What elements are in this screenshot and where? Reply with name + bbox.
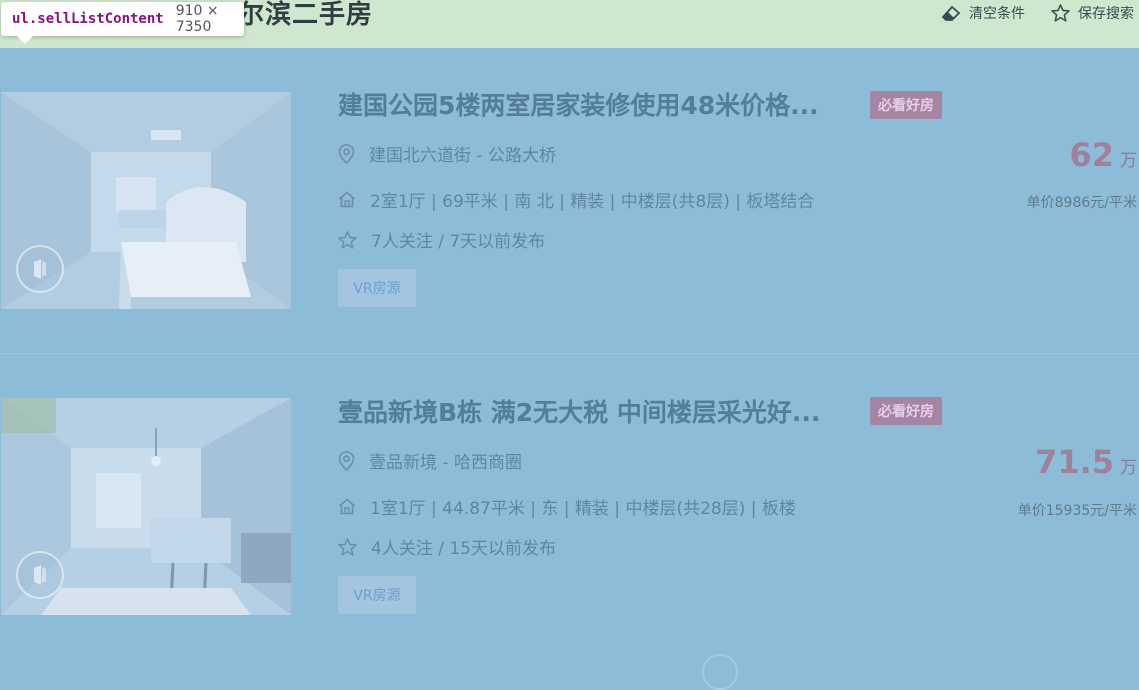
listing-location[interactable]: 建国北六道街 - 公路大桥 bbox=[338, 141, 556, 166]
total-price-unit: 万 bbox=[1120, 151, 1137, 171]
listing-house-info: 1室1厅 | 44.87平米 | 东 | 精装 | 中楼层(共28层) | 板楼 bbox=[338, 494, 796, 519]
must-see-tag: 必看好房 bbox=[870, 397, 942, 425]
listing-follow-info: 4人关注 / 15天以前发布 bbox=[338, 534, 556, 559]
vr-badge-icon[interactable] bbox=[16, 245, 64, 293]
total-price-value: 71.5 bbox=[1035, 443, 1114, 481]
vr-badge-icon[interactable] bbox=[16, 551, 64, 599]
listing-house-info: 2室1厅 | 69平米 | 南 北 | 精装 | 中楼层(共8层) | 板塔结合 bbox=[338, 187, 814, 212]
unit-price: 单价8986元/平米 bbox=[1026, 195, 1137, 211]
location-pin-icon bbox=[338, 143, 355, 164]
clear-conditions-button[interactable]: 清空条件 bbox=[942, 3, 1025, 23]
house-icon bbox=[338, 191, 356, 208]
vr-listing-button[interactable]: VR房源 bbox=[338, 269, 416, 307]
house-info-text: 2室1厅 | 69平米 | 南 北 | 精装 | 中楼层(共8层) | 板塔结合 bbox=[370, 192, 815, 212]
page-title: 尔滨二手房 bbox=[238, 0, 374, 30]
save-search-label: 保存搜索 bbox=[1078, 6, 1134, 22]
vr-listing-button[interactable]: VR房源 bbox=[338, 576, 416, 614]
location-text: 建国北六道街 - 公路大桥 bbox=[369, 146, 556, 166]
listing-title[interactable]: 建国公园5楼两室居家装修使用48米价格... bbox=[338, 91, 819, 121]
listing-follow-info: 7人关注 / 7天以前发布 bbox=[338, 227, 545, 252]
save-search-button[interactable]: 保存搜索 bbox=[1051, 3, 1134, 23]
clear-conditions-label: 清空条件 bbox=[969, 6, 1025, 22]
total-price: 71.5 万 bbox=[1035, 443, 1137, 481]
location-text: 壹品新境 - 哈西商圈 bbox=[369, 453, 522, 473]
star-icon bbox=[1051, 4, 1070, 22]
listing-title[interactable]: 壹品新境B栋 满2无大税 中间楼层采光好... bbox=[338, 398, 820, 428]
total-price-value: 62 bbox=[1069, 136, 1114, 174]
scroll-up-button[interactable] bbox=[702, 654, 738, 690]
total-price-unit: 万 bbox=[1120, 458, 1137, 478]
unit-price: 单价15935元/平米 bbox=[1017, 503, 1137, 519]
list-item[interactable]: 壹品新境B栋 满2无大税 中间楼层采光好... 必看好房 壹品新境 - 哈西商圈… bbox=[0, 353, 1139, 660]
listing-photo[interactable] bbox=[1, 398, 291, 615]
listing-photo[interactable] bbox=[1, 92, 291, 309]
location-pin-icon bbox=[338, 450, 355, 471]
tooltip-dimensions: 910 × 7350 bbox=[175, 3, 219, 35]
eraser-icon bbox=[942, 5, 961, 21]
listing-location[interactable]: 壹品新境 - 哈西商圈 bbox=[338, 448, 522, 473]
list-item[interactable]: 建国公园5楼两室居家装修使用48米价格... 必看好房 建国北六道街 - 公路大… bbox=[0, 48, 1139, 354]
devtools-inspector-tooltip: ul.sellListContent 910 × 7350 bbox=[1, 2, 244, 44]
must-see-tag: 必看好房 bbox=[870, 91, 942, 119]
star-outline-icon bbox=[338, 537, 357, 556]
follow-info-text: 4人关注 / 15天以前发布 bbox=[371, 539, 556, 559]
sell-list-content: 建国公园5楼两室居家装修使用48米价格... 必看好房 建国北六道街 - 公路大… bbox=[0, 48, 1139, 671]
house-icon bbox=[338, 498, 356, 515]
tooltip-selector: ul.sellListContent bbox=[12, 11, 164, 27]
total-price: 62 万 bbox=[1069, 136, 1137, 174]
follow-info-text: 7人关注 / 7天以前发布 bbox=[371, 232, 546, 252]
star-outline-icon bbox=[338, 230, 357, 249]
house-info-text: 1室1厅 | 44.87平米 | 东 | 精装 | 中楼层(共28层) | 板楼 bbox=[370, 499, 796, 519]
